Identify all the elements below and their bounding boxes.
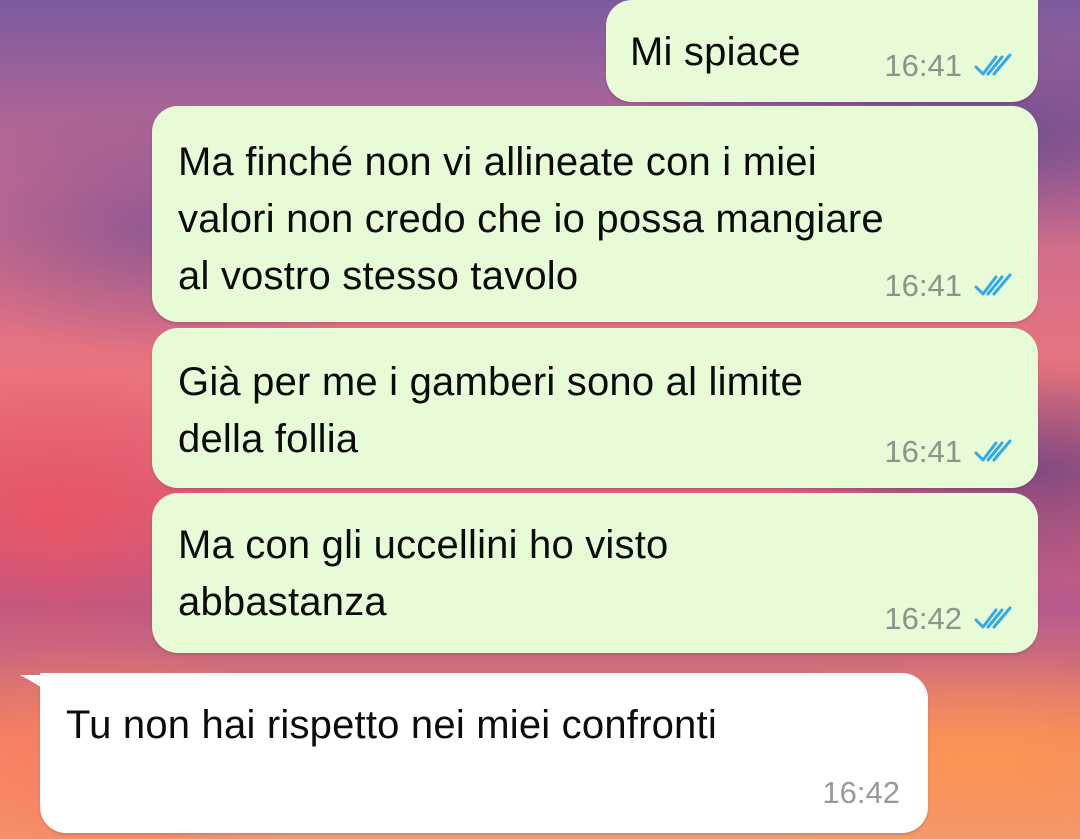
message-time: 16:41 xyxy=(884,268,962,303)
message-time: 16:41 xyxy=(884,48,962,83)
message-meta: 16:41 xyxy=(884,268,1016,304)
double-check-read-icon xyxy=(974,606,1012,629)
outgoing-message[interactable]: Ma con gli uccellini ho visto abbastanza… xyxy=(152,493,1038,653)
double-check-read-icon xyxy=(974,273,1012,296)
message-meta: 16:42 xyxy=(822,775,900,811)
message-meta: 16:41 xyxy=(884,434,1016,470)
message-list[interactable]: Mi spiace 16:41 Ma finché non vi allinea… xyxy=(0,0,1080,839)
outgoing-message[interactable]: Già per me i gamberi sono al limite dell… xyxy=(152,328,1038,488)
message-meta: 16:41 xyxy=(884,48,1016,84)
double-check-read-icon xyxy=(974,53,1012,76)
message-text: Tu non hai rispetto nei miei confronti xyxy=(66,703,717,747)
message-meta: 16:42 xyxy=(884,601,1016,637)
incoming-message[interactable]: Tu non hai rispetto nei miei confronti 1… xyxy=(40,673,928,833)
outgoing-message[interactable]: Ma finché non vi allineate con i miei va… xyxy=(152,106,1038,322)
message-time: 16:41 xyxy=(884,434,962,469)
outgoing-message[interactable]: Mi spiace 16:41 xyxy=(606,0,1038,102)
message-time: 16:42 xyxy=(884,601,962,636)
message-time: 16:42 xyxy=(822,775,900,810)
double-check-read-icon xyxy=(974,439,1012,462)
